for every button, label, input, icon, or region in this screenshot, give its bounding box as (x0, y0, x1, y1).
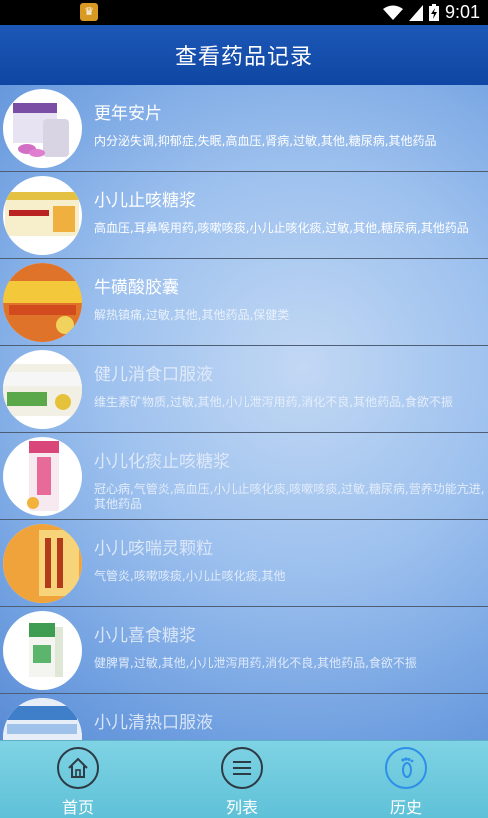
bottom-tab-bar: 首页 列表 历史 (0, 740, 488, 818)
medicine-name: 小儿咳喘灵颗粒 (94, 539, 213, 559)
list-item[interactable]: 牛磺酸胶囊 解热镇痛,过敏,其他,其他药品,保健类 (0, 259, 488, 346)
medicine-tags: 内分泌失调,抑郁症,失眠,高血压,肾病,过敏,其他,糖尿病,其他药品 (94, 134, 437, 148)
home-icon (57, 747, 99, 789)
medicine-name: 更年安片 (94, 104, 162, 124)
launcher-app-icon: ♛ (80, 3, 98, 21)
list-item[interactable]: 小儿喜食糖浆 健脾胃,过敏,其他,小儿泄泻用药,消化不良,其他药品,食欲不振 (0, 607, 488, 694)
medicine-name: 小儿喜食糖浆 (94, 626, 196, 646)
status-bar: ♛ 9:01 (0, 0, 488, 25)
list-item[interactable]: 小儿止咳糖浆 高血压,耳鼻喉用药,咳嗽咳痰,小儿止咳化痰,过敏,其他,糖尿病,其… (0, 172, 488, 259)
medicine-tags: 气管炎,咳嗽咳痰,小儿止咳化痰,其他 (94, 569, 286, 583)
wifi-icon (382, 5, 403, 21)
list-item[interactable]: 更年安片 内分泌失调,抑郁症,失眠,高血压,肾病,过敏,其他,糖尿病,其他药品 (0, 85, 488, 172)
medicine-tags: 冠心病,气管炎,高血压,小儿止咳化痰,咳嗽咳痰,过敏,糖尿病,营养功能亢进,其他… (94, 482, 485, 511)
list-icon (221, 747, 263, 789)
medicine-name: 小儿化痰止咳糖浆 (94, 452, 230, 472)
page-title: 查看药品记录 (174, 45, 313, 70)
medicine-thumbnail (3, 176, 82, 255)
medicine-thumbnail (3, 350, 82, 429)
tab-list-label: 列表 (225, 798, 258, 817)
tab-history[interactable]: 历史 (346, 741, 466, 818)
signal-icon (408, 4, 423, 21)
medicine-thumbnail (3, 524, 82, 603)
list-item[interactable]: 健儿消食口服液 维生素矿物质,过敏,其他,小儿泄泻用药,消化不良,其他药品,食欲… (0, 346, 488, 433)
app-header: 查看药品记录 (0, 25, 488, 85)
list-item[interactable]: 小儿咳喘灵颗粒 气管炎,咳嗽咳痰,小儿止咳化痰,其他 (0, 520, 488, 607)
battery-icon (428, 4, 439, 21)
medicine-tags: 健脾胃,过敏,其他,小儿泄泻用药,消化不良,其他药品,食欲不振 (94, 656, 417, 670)
tab-home[interactable]: 首页 (18, 741, 138, 818)
tab-home-label: 首页 (61, 798, 94, 817)
list-item[interactable]: 小儿化痰止咳糖浆 冠心病,气管炎,高血压,小儿止咳化痰,咳嗽咳痰,过敏,糖尿病,… (0, 433, 488, 520)
medicine-thumbnail (3, 89, 82, 168)
list-item[interactable]: 小儿清热口服液 (0, 694, 488, 740)
footprint-icon (385, 747, 427, 789)
tab-history-label: 历史 (389, 798, 422, 817)
medicine-thumbnail (3, 263, 82, 342)
status-indicators: 9:01 (382, 0, 480, 25)
medicine-thumbnail (3, 698, 82, 740)
tab-list[interactable]: 列表 (182, 741, 302, 818)
medicine-thumbnail (3, 611, 82, 690)
medicine-tags: 解热镇痛,过敏,其他,其他药品,保健类 (94, 308, 290, 322)
medicine-name: 小儿止咳糖浆 (94, 191, 196, 211)
medicine-name: 健儿消食口服液 (94, 365, 213, 385)
medicine-tags: 维生素矿物质,过敏,其他,小儿泄泻用药,消化不良,其他药品,食欲不振 (94, 395, 453, 409)
medicine-tags: 高血压,耳鼻喉用药,咳嗽咳痰,小儿止咳化痰,过敏,其他,糖尿病,其他药品 (94, 221, 469, 235)
clock: 9:01 (444, 2, 480, 22)
medicine-thumbnail (3, 437, 82, 516)
medicine-name: 小儿清热口服液 (94, 713, 213, 733)
medicine-record-list[interactable]: 更年安片 内分泌失调,抑郁症,失眠,高血压,肾病,过敏,其他,糖尿病,其他药品 … (0, 85, 488, 740)
medicine-name: 牛磺酸胶囊 (94, 278, 179, 298)
